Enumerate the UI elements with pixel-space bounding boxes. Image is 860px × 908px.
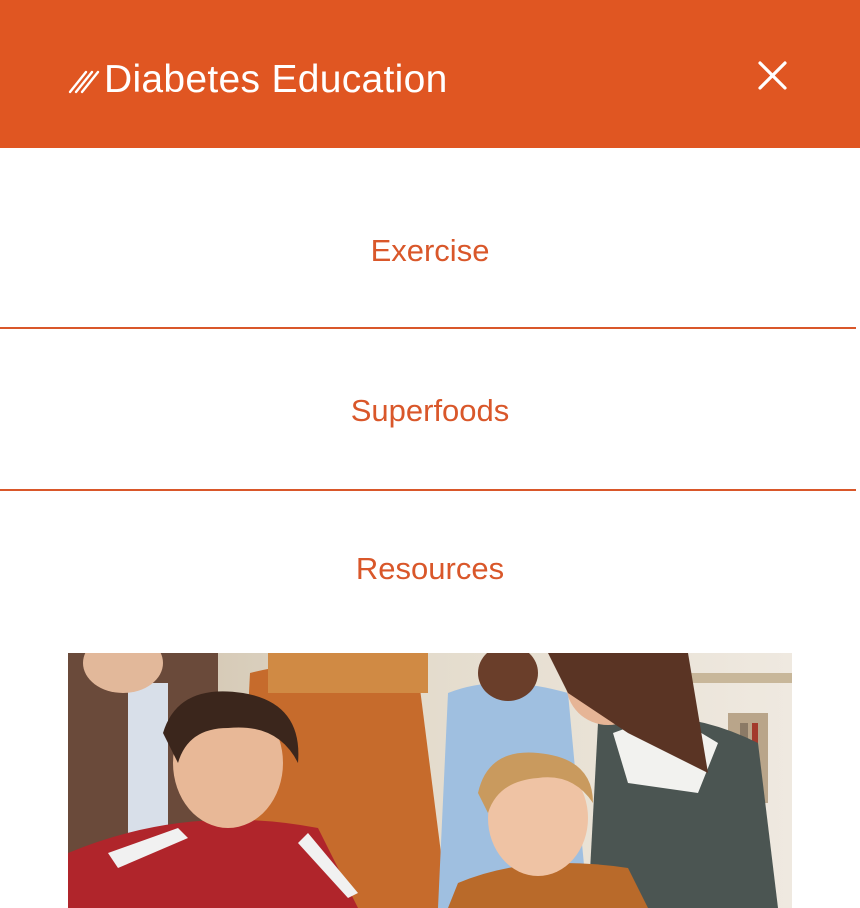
site-title[interactable]: Diabetes Education [104,56,448,104]
triple-slash-logo-icon [68,70,100,94]
menu-item-exercise[interactable]: Exercise [0,231,860,271]
close-icon [758,61,787,90]
students-photo [68,653,792,908]
menu-item-resources[interactable]: Resources [0,549,860,589]
menu-item-superfoods[interactable]: Superfoods [0,391,860,431]
menu-divider [0,327,856,329]
close-menu-button[interactable] [752,56,792,96]
students-reading-illustration [68,653,792,908]
menu-divider [0,489,856,491]
site-header: Diabetes Education [0,0,860,148]
